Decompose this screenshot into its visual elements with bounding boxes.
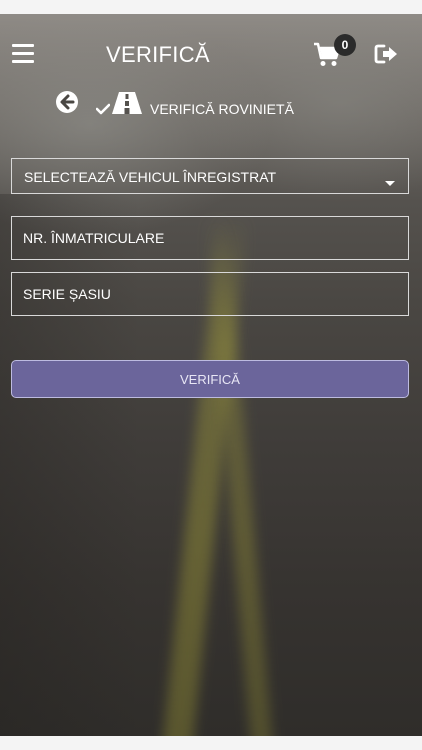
hamburger-menu-icon[interactable] <box>12 44 34 64</box>
caret-down-icon <box>385 181 395 186</box>
status-bar <box>0 0 422 14</box>
plate-number-input[interactable] <box>11 216 409 260</box>
sub-header: VERIFICĂ ROVINIETĂ <box>0 88 422 124</box>
logout-icon[interactable] <box>374 43 400 65</box>
checkmark-icon <box>95 102 111 115</box>
road-icon <box>110 91 144 115</box>
app-header: VERIFICĂ 0 <box>0 30 422 82</box>
page-title: VERIFICĂ <box>106 42 210 67</box>
verify-button[interactable]: VERIFICĂ <box>11 360 409 398</box>
bottom-bar <box>0 736 422 750</box>
back-arrow-icon[interactable] <box>55 90 79 114</box>
vehicle-select-value: SELECTEAZĂ VEHICUL ÎNREGISTRAT <box>24 169 277 185</box>
chassis-series-input[interactable] <box>11 272 409 316</box>
cart-count-badge: 0 <box>334 34 356 56</box>
vehicle-select[interactable]: SELECTEAZĂ VEHICUL ÎNREGISTRAT <box>11 158 409 194</box>
section-title: VERIFICĂ ROVINIETĂ <box>150 101 294 117</box>
